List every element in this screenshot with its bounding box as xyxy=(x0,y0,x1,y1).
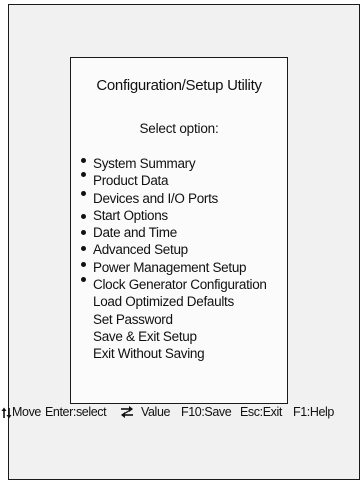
menu-item-label: Power Management Setup xyxy=(93,259,247,275)
menu-item-label: Devices and I/O Ports xyxy=(93,190,219,206)
menu-item-load-optimized-defaults[interactable]: Load Optimized Defaults xyxy=(93,293,267,310)
menu-item-clock-generator[interactable]: Clock Generator Configuration xyxy=(81,276,267,293)
menu-item-label: Clock Generator Configuration xyxy=(93,277,267,293)
menu-item-exit-without-saving[interactable]: Exit Without Saving xyxy=(93,345,267,362)
esc-exit-key-label: Esc:Exit xyxy=(240,405,282,419)
bullet-icon xyxy=(81,158,86,163)
move-key-label: Move xyxy=(12,405,41,419)
menu-item-product-data[interactable]: Product Data xyxy=(81,172,267,189)
menu-item-save-exit[interactable]: Save & Exit Setup xyxy=(93,328,267,345)
value-key-label: Value xyxy=(141,405,171,419)
bullet-icon xyxy=(81,261,86,267)
menu-item-label: Set Password xyxy=(93,311,173,327)
bullet-icon xyxy=(81,246,86,252)
menu-item-system-summary[interactable]: System Summary xyxy=(81,155,267,172)
key-help-bar: Move Enter:select Value F10:Save Esc:Exi… xyxy=(0,403,362,421)
bullet-icon xyxy=(81,190,86,196)
menu-item-label: Date and Time xyxy=(93,225,177,241)
up-down-arrows-icon xyxy=(1,406,12,421)
menu-item-set-password[interactable]: Set Password xyxy=(93,311,267,328)
f1-help-key-label: F1:Help xyxy=(293,405,334,419)
menu-item-label: System Summary xyxy=(93,156,196,171)
bullet-icon xyxy=(81,230,86,236)
menu-item-advanced-setup[interactable]: Advanced Setup xyxy=(81,241,267,258)
bullet-icon xyxy=(81,172,86,178)
menu-item-label: Product Data xyxy=(93,173,169,189)
dialog-title: Configuration/Setup Utility xyxy=(96,77,262,94)
value-change-arrows-icon xyxy=(120,405,134,421)
menu-item-label: Advanced Setup xyxy=(93,242,188,258)
menu-item-label: Exit Without Saving xyxy=(93,346,205,362)
menu-item-date-time[interactable]: Date and Time xyxy=(81,224,267,241)
menu-item-label: Load Optimized Defaults xyxy=(93,294,234,310)
menu-item-label: Save & Exit Setup xyxy=(93,328,197,344)
enter-select-key-label: Enter:select xyxy=(45,405,107,419)
menu-item-power-management[interactable]: Power Management Setup xyxy=(81,259,267,276)
menu-item-start-options[interactable]: Start Options xyxy=(81,207,267,224)
bullet-icon xyxy=(81,277,86,283)
bullet-icon xyxy=(81,213,86,219)
setup-menu-list: System Summary Product Data Devices and … xyxy=(81,155,267,363)
select-option-prompt: Select option: xyxy=(139,121,219,136)
menu-item-devices-io-ports[interactable]: Devices and I/O Ports xyxy=(81,190,267,207)
menu-item-label: Start Options xyxy=(93,207,168,223)
setup-menu-dialog: Configuration/Setup Utility Select optio… xyxy=(70,57,288,404)
f10-save-key-label: F10:Save xyxy=(181,405,232,419)
